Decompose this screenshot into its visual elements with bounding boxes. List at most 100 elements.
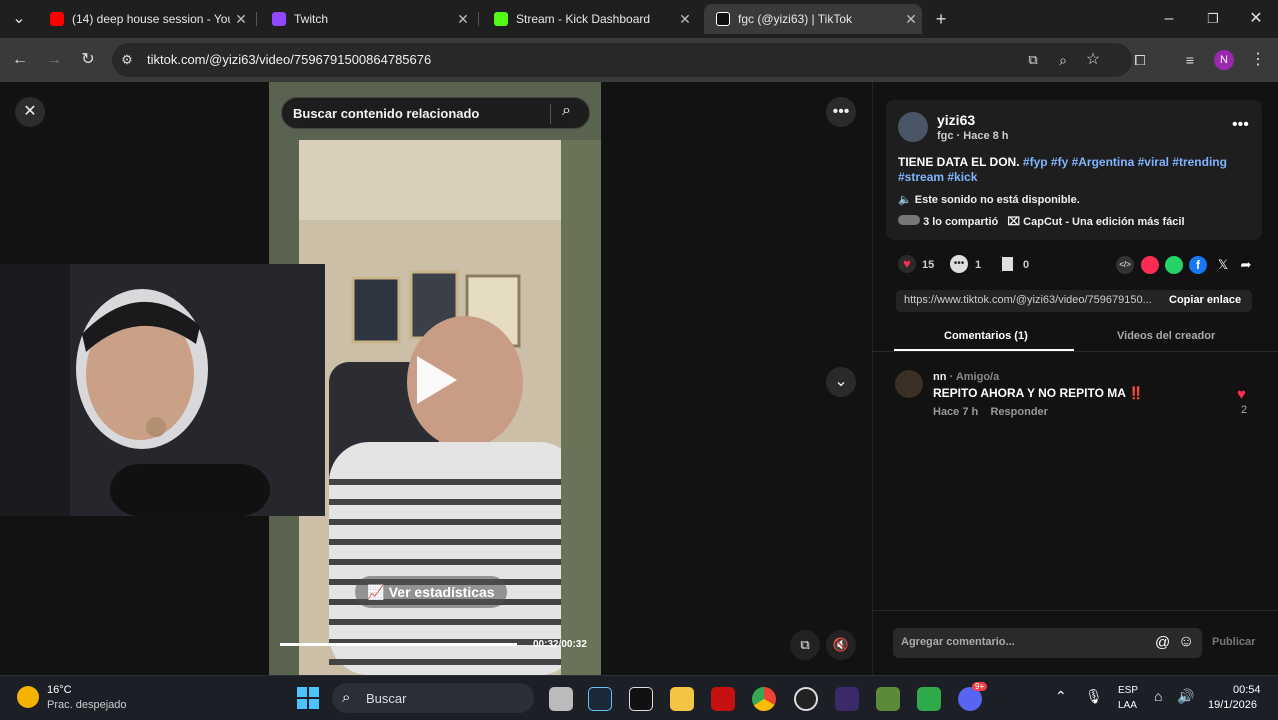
- url-text[interactable]: tiktok.com/@yizi63/video/759679150086478…: [147, 52, 431, 67]
- tab-title: Stream - Kick Dashboard: [516, 12, 651, 26]
- gem-icon[interactable]: [917, 687, 941, 711]
- new-tab-button[interactable]: +: [930, 8, 952, 30]
- progress-track[interactable]: [280, 643, 517, 646]
- forward-button[interactable]: →: [43, 49, 65, 71]
- clock-date[interactable]: 19/1/2026: [1208, 699, 1257, 711]
- mention-icon[interactable]: @: [1155, 634, 1170, 651]
- twitch-icon: [272, 12, 286, 26]
- start-icon[interactable]: [297, 687, 319, 709]
- video-link[interactable]: https://www.tiktok.com/@yizi63/video/759…: [904, 294, 1156, 306]
- capcut-icon: ⌧: [1007, 216, 1021, 228]
- taskbar: 16°C Prac. despejado ⌕ Buscar 9+ ⌃ 🎙 ESP…: [0, 675, 1278, 720]
- close-icon[interactable]: ✕: [230, 11, 252, 28]
- x-icon[interactable]: 𝕏: [1214, 256, 1232, 274]
- close-window-button[interactable]: ✕: [1245, 8, 1267, 30]
- tab-creator-videos[interactable]: Videos del creador: [1117, 330, 1215, 342]
- tab-search-icon[interactable]: ⌄: [8, 8, 30, 30]
- tab-tiktok[interactable]: fgc (@yizi63) | TikTok ✕: [704, 4, 922, 34]
- close-icon[interactable]: ✕: [900, 11, 922, 28]
- epic-games-icon[interactable]: [629, 687, 653, 711]
- comment-icon[interactable]: •••: [950, 255, 968, 273]
- copy-link-button[interactable]: Copiar enlace: [1169, 294, 1241, 306]
- app-icon[interactable]: [835, 687, 859, 711]
- chrome-icon[interactable]: [752, 687, 776, 711]
- tab-kick[interactable]: Stream - Kick Dashboard ✕: [482, 4, 696, 34]
- task-view-icon[interactable]: [549, 687, 573, 711]
- emoji-icon[interactable]: ☺: [1178, 633, 1194, 651]
- video-time: 00:32/00:32: [533, 639, 587, 650]
- close-icon[interactable]: ✕: [674, 11, 696, 28]
- comment-meta: Hace 7 h Responder: [933, 406, 1048, 418]
- close-icon[interactable]: ✕: [452, 11, 474, 28]
- comment-author[interactable]: nn: [933, 371, 946, 383]
- facebook-icon[interactable]: f: [1189, 256, 1207, 274]
- microphone-icon[interactable]: 🎙: [1085, 688, 1103, 705]
- whatsapp-icon[interactable]: [1165, 256, 1183, 274]
- zoom-icon[interactable]: ⌕: [1052, 49, 1074, 71]
- avatar[interactable]: [895, 370, 923, 398]
- reply-button[interactable]: Responder: [990, 406, 1047, 418]
- send-icon[interactable]: [1141, 256, 1159, 274]
- sound-row[interactable]: 🔈 Este sonido no está disponible.: [898, 193, 1080, 206]
- stats-button[interactable]: 📈 Ver estadísticas: [355, 576, 507, 608]
- minimize-button[interactable]: –: [1158, 8, 1180, 30]
- shared-row: 3 lo compartió ⌧ CapCut - Una edición má…: [898, 215, 1185, 228]
- back-button[interactable]: ←: [9, 49, 31, 71]
- reload-button[interactable]: ↻: [77, 49, 99, 71]
- steam-icon[interactable]: [588, 687, 612, 711]
- clock-time[interactable]: 00:54: [1233, 684, 1261, 696]
- site-info-icon[interactable]: ⚙: [116, 49, 138, 71]
- tab-youtube[interactable]: (14) deep house session - YouTube ✕: [38, 4, 252, 34]
- obs-icon[interactable]: [794, 687, 818, 711]
- more-options-button[interactable]: •••: [826, 97, 856, 127]
- search-icon[interactable]: ⌕: [562, 102, 571, 120]
- mute-button[interactable]: 🔇: [826, 630, 856, 660]
- minecraft-icon[interactable]: [876, 687, 900, 711]
- related-search-bar[interactable]: Buscar contenido relacionado ⌕: [281, 97, 590, 129]
- lang-bottom[interactable]: LAA: [1118, 700, 1137, 711]
- like-button[interactable]: ♥: [898, 255, 916, 273]
- play-icon[interactable]: [417, 356, 457, 404]
- like-count: 15: [922, 259, 935, 271]
- publish-button[interactable]: Publicar: [1212, 636, 1255, 648]
- bookmark-icon[interactable]: [1002, 257, 1013, 271]
- avatar[interactable]: N: [1214, 50, 1234, 70]
- weather-icon[interactable]: [17, 686, 39, 708]
- username[interactable]: yizi63: [937, 112, 975, 128]
- embed-icon[interactable]: </>: [1116, 256, 1134, 274]
- taskbar-search[interactable]: ⌕ Buscar: [332, 683, 534, 713]
- capcut-link[interactable]: CapCut - Una edición más fácil: [1023, 216, 1184, 228]
- tab-twitch[interactable]: Twitch ✕: [260, 4, 474, 34]
- chart-icon: 📈: [367, 584, 385, 600]
- comment-text: REPITO AHORA Y NO REPITO MA ‼️: [933, 386, 1144, 400]
- weather-desc[interactable]: Prac. despejado: [47, 699, 127, 711]
- tab-title: fgc (@yizi63) | TikTok: [738, 12, 852, 26]
- maximize-button[interactable]: ❐: [1202, 8, 1224, 30]
- weather-temp[interactable]: 16°C: [47, 684, 72, 696]
- discord-badge: 9+: [972, 682, 988, 691]
- post-more-icon[interactable]: •••: [1232, 116, 1249, 134]
- extensions-icon[interactable]: ⧠: [1129, 49, 1151, 71]
- next-video-button[interactable]: ⌄: [826, 367, 856, 397]
- post-caption: TIENE DATA EL DON.: [898, 155, 1020, 169]
- save-count: 0: [1023, 259, 1030, 271]
- media-control-icon[interactable]: ≡: [1179, 49, 1201, 71]
- lang-top[interactable]: ESP: [1118, 685, 1138, 696]
- mute-icon: 🔈: [898, 194, 912, 206]
- pip-button[interactable]: ⧉: [790, 630, 820, 660]
- install-icon[interactable]: ⧉: [1022, 49, 1044, 71]
- network-icon[interactable]: ⌂: [1154, 688, 1162, 704]
- among-us-icon[interactable]: [711, 687, 735, 711]
- avatar[interactable]: [898, 112, 928, 142]
- close-player-button[interactable]: ✕: [15, 97, 45, 127]
- file-explorer-icon[interactable]: [670, 687, 694, 711]
- tab-comments[interactable]: Comentarios (1): [944, 330, 1028, 342]
- share-icon[interactable]: ➦: [1237, 256, 1255, 274]
- volume-icon[interactable]: 🔊: [1177, 688, 1194, 705]
- tray-chevron-icon[interactable]: ⌃: [1055, 688, 1067, 705]
- menu-icon[interactable]: ⋮: [1247, 49, 1269, 71]
- comment-like-icon[interactable]: ♥: [1237, 386, 1246, 403]
- search-input[interactable]: Buscar contenido relacionado: [293, 106, 479, 121]
- bookmark-star-icon[interactable]: ☆: [1082, 49, 1104, 71]
- shared-text[interactable]: 3 lo compartió: [923, 216, 998, 228]
